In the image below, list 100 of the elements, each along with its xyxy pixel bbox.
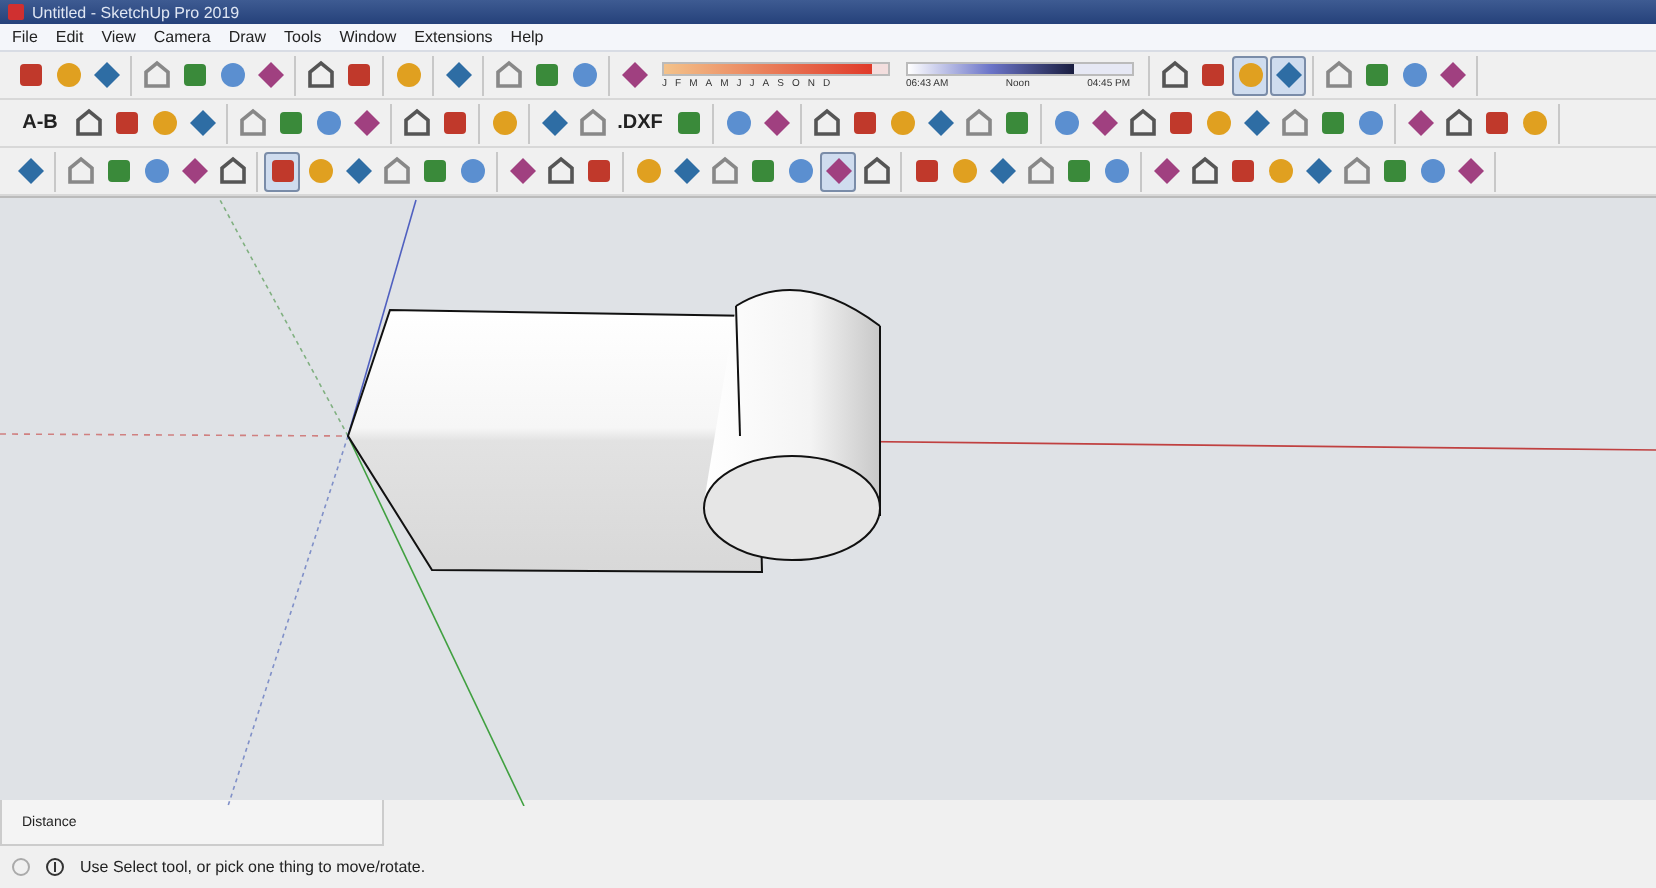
tool-icon <box>305 60 335 90</box>
tool-button[interactable]: A-B <box>12 103 68 143</box>
tool-icon <box>489 108 519 138</box>
tool-icon <box>887 108 917 138</box>
tool-icon <box>949 156 979 186</box>
tool-icon <box>1203 108 1233 138</box>
tool-icon <box>811 108 841 138</box>
menu-item[interactable]: File <box>12 28 38 46</box>
tool-icon <box>141 156 171 186</box>
tool-icon <box>531 60 561 90</box>
tool-icon <box>1101 156 1131 186</box>
tool-icon <box>1089 108 1119 138</box>
tool-icon <box>15 156 45 186</box>
tool-icon <box>305 156 335 186</box>
tool-icon <box>255 60 285 90</box>
menu-item[interactable]: Tools <box>284 28 322 46</box>
time-slider[interactable] <box>906 61 1134 75</box>
tool-button[interactable] <box>1232 55 1268 95</box>
month-slider[interactable] <box>662 61 890 75</box>
tool-icon <box>73 108 103 138</box>
tool-icon <box>673 108 703 138</box>
tool-icon <box>1265 156 1295 186</box>
tool-icon <box>1341 156 1371 186</box>
tool-icon <box>1197 60 1227 90</box>
tool-icon <box>539 108 569 138</box>
tool-icon <box>633 156 663 186</box>
tool-icon <box>351 108 381 138</box>
tool-icon <box>1519 108 1549 138</box>
tool-icon <box>747 156 777 186</box>
tool-icon <box>761 108 791 138</box>
tool-icon <box>267 156 297 186</box>
tool-icon <box>1235 60 1265 90</box>
tool-icon <box>493 60 523 90</box>
tool-icon <box>1481 108 1511 138</box>
tool-icon <box>671 156 701 186</box>
tool-icon <box>987 156 1017 186</box>
tool-icon <box>577 108 607 138</box>
tool-icon <box>65 156 95 186</box>
tool-icon <box>1025 156 1055 186</box>
tool-button[interactable] <box>264 151 300 191</box>
tool-icon <box>381 156 411 186</box>
tool-icon <box>911 156 941 186</box>
tool-icon <box>187 108 217 138</box>
tool-icon <box>1323 60 1353 90</box>
tool-icon <box>1189 156 1219 186</box>
tool-icon <box>849 108 879 138</box>
menu-item[interactable]: Extensions <box>414 28 493 46</box>
menu-item[interactable]: View <box>101 28 136 46</box>
tool-button[interactable]: .DXF <box>612 103 668 143</box>
menu-item[interactable]: Edit <box>55 28 84 46</box>
menu-item[interactable]: Help <box>510 28 544 46</box>
tool-icon <box>861 156 891 186</box>
tool-icon <box>343 156 373 186</box>
tool-icon <box>1279 108 1309 138</box>
tool-icon <box>785 156 815 186</box>
tool-icon <box>1151 156 1181 186</box>
tool-icon <box>141 60 171 90</box>
tool-icon <box>583 156 613 186</box>
menu-item[interactable]: Window <box>339 28 397 46</box>
tool-icon <box>275 108 305 138</box>
tool-icon <box>149 108 179 138</box>
tool-icon <box>1303 156 1333 186</box>
tool-icon <box>709 156 739 186</box>
tool-icon <box>103 156 133 186</box>
tool-icon <box>457 156 487 186</box>
tool-icon <box>1455 156 1485 186</box>
tool-icon <box>343 60 373 90</box>
tool-icon <box>823 156 853 186</box>
menu-item[interactable]: Draw <box>228 28 267 46</box>
tool-icon <box>925 108 955 138</box>
help-icon <box>12 858 30 876</box>
tool-icon <box>91 60 121 90</box>
tool-button[interactable] <box>1270 55 1306 95</box>
tool-icon <box>179 60 209 90</box>
tool-icon <box>111 108 141 138</box>
tool-icon <box>1051 108 1081 138</box>
tool-icon <box>1273 60 1303 90</box>
tool-icon <box>53 60 83 90</box>
menu-item[interactable]: Camera <box>153 28 211 46</box>
tool-icon <box>443 60 473 90</box>
tool-icon <box>1361 60 1391 90</box>
tool-icon <box>1443 108 1473 138</box>
tool-icon <box>1127 108 1157 138</box>
tool-icon <box>1241 108 1271 138</box>
tool-icon <box>963 108 993 138</box>
info-icon <box>46 858 64 876</box>
tool-icon <box>1159 60 1189 90</box>
tool-icon <box>1437 60 1467 90</box>
tool-icon <box>1165 108 1195 138</box>
window-title: Untitled - SketchUp Pro 2019 <box>32 3 240 21</box>
tool-icon <box>1317 108 1347 138</box>
tool-icon <box>1417 156 1447 186</box>
tool-button[interactable] <box>820 151 856 191</box>
tool-icon <box>1227 156 1257 186</box>
tool-icon <box>217 60 247 90</box>
tool-icon <box>723 108 753 138</box>
tool-icon <box>393 60 423 90</box>
tool-icon <box>237 108 267 138</box>
tool-icon <box>401 108 431 138</box>
tool-icon <box>1001 108 1031 138</box>
